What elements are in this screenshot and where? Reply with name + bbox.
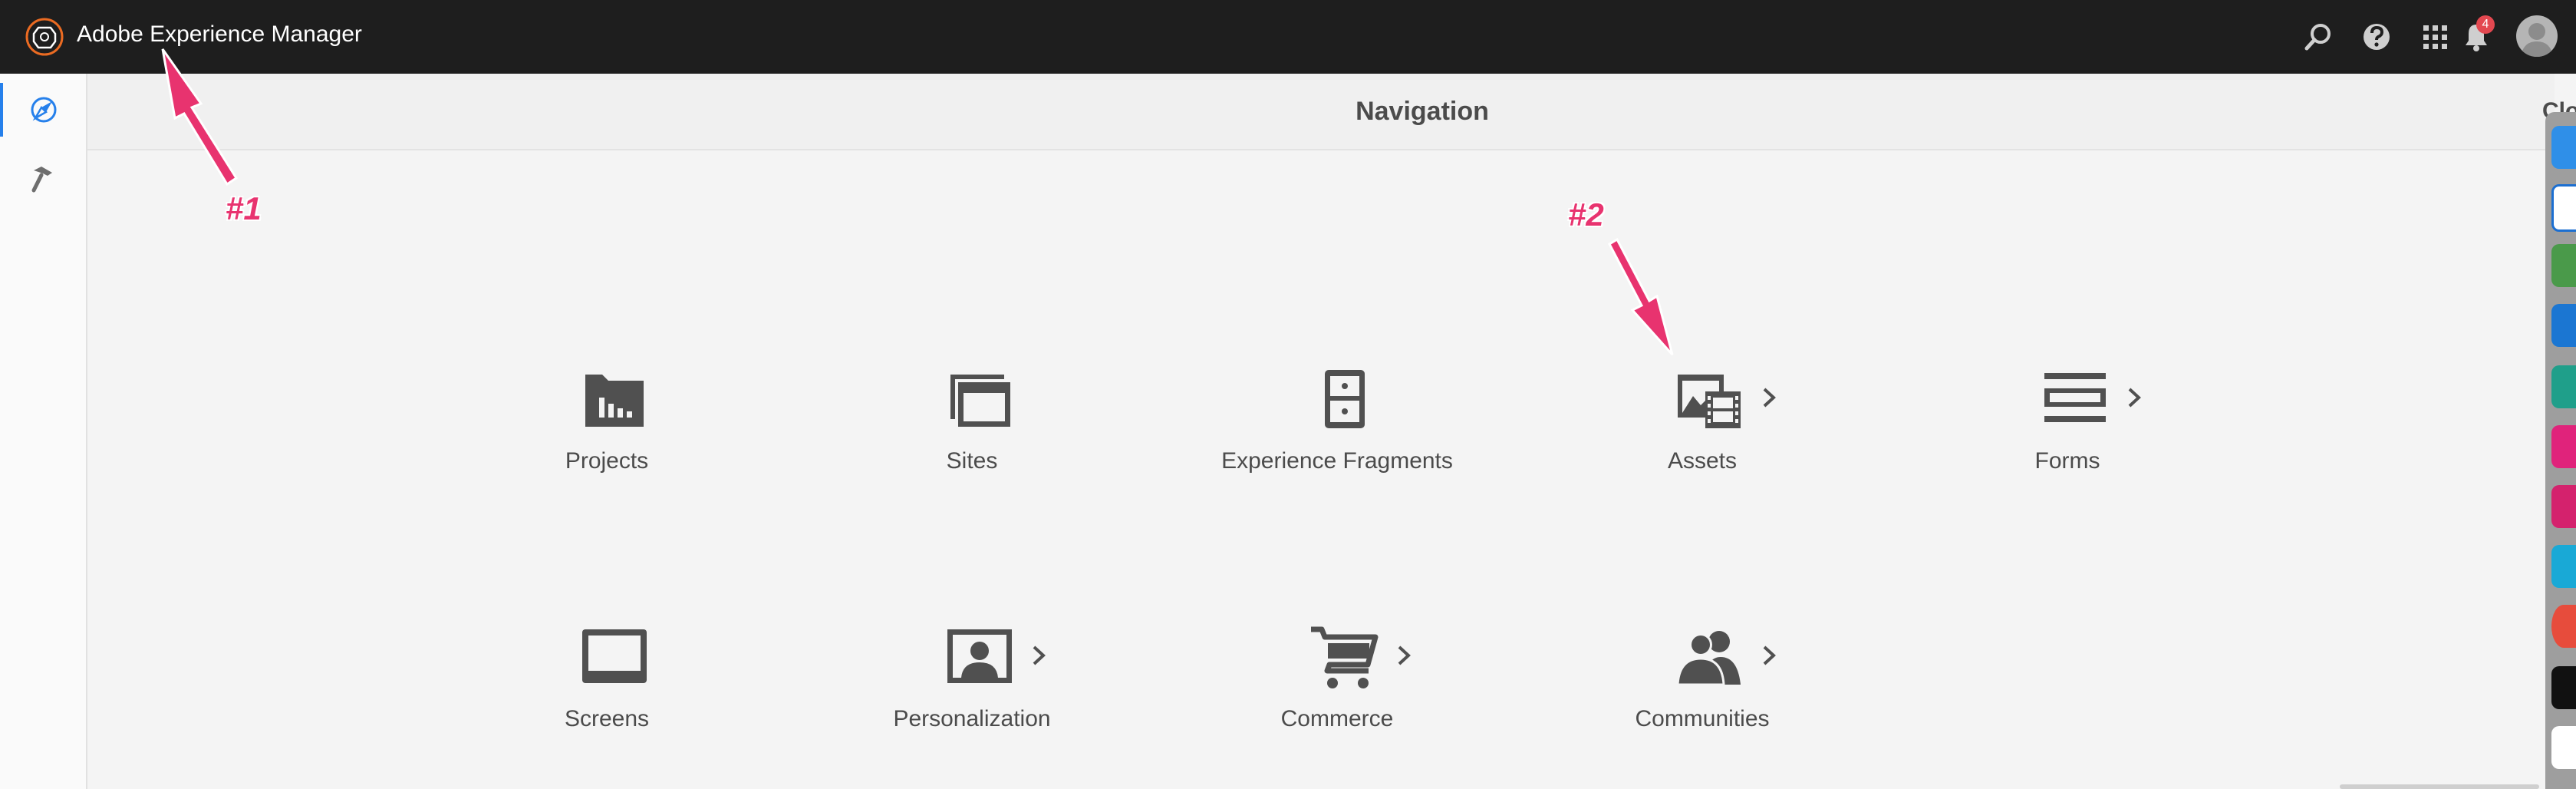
navigation-header: Navigation Close (87, 74, 2576, 150)
evernote-dock-icon[interactable] (2551, 726, 2576, 769)
nav-tile-label: Forms (2034, 448, 2100, 474)
nav-tile-experience-fragments[interactable]: Experience Fragments (1184, 361, 1491, 514)
chevron-right-icon (2128, 388, 2141, 408)
top-bar: Adobe Experience Manager 4 (0, 0, 2576, 74)
app-dock-icon[interactable] (2551, 365, 2576, 408)
experience-fragments-icon (1325, 370, 1365, 428)
side-rail (0, 74, 87, 789)
webstorm-dock-icon[interactable] (2551, 545, 2576, 588)
nav-tile-label: Sites (946, 448, 998, 474)
nav-tile-communities[interactable]: Communities (1549, 619, 1856, 772)
chevron-right-icon (1763, 645, 1776, 665)
annotation-arrow-2 (1608, 237, 1674, 356)
nav-tile-projects[interactable]: Projects (453, 361, 760, 514)
rail-active-indicator (0, 83, 3, 137)
nav-tile-forms[interactable]: Forms (1914, 361, 2221, 514)
nav-tile-commerce[interactable]: Commerce (1184, 619, 1491, 772)
notification-count-badge: 4 (2476, 15, 2495, 34)
chrome-dock-icon[interactable] (2551, 605, 2576, 648)
annotation-label-1: #1 (226, 190, 262, 226)
user-avatar-icon (2521, 23, 2553, 57)
personalization-icon (947, 629, 1012, 683)
forms-icon (2044, 373, 2106, 422)
screens-icon (582, 629, 647, 683)
nav-tile-label: Screens (564, 706, 650, 731)
communities-icon (1676, 631, 1741, 686)
nav-tile-label: Communities (1635, 706, 1770, 731)
hammer-icon (31, 167, 52, 193)
macos-dock (2545, 112, 2576, 789)
commerce-icon (1311, 626, 1379, 688)
chevron-right-icon (1398, 645, 1411, 665)
app-dock-icon[interactable] (2551, 184, 2576, 232)
finder-dock-icon[interactable] (2551, 126, 2576, 169)
terminal-dock-icon[interactable] (2551, 666, 2576, 709)
nav-tile-label: Assets (1667, 448, 1738, 474)
rider-dock-icon[interactable] (2551, 485, 2576, 528)
nav-tile-label: Experience Fragments (1221, 448, 1453, 474)
sites-icon (950, 375, 1010, 427)
chevron-right-icon (1033, 645, 1046, 665)
compass-icon (31, 97, 57, 123)
nav-tile-label: Personalization (893, 706, 1051, 731)
app-dock-icon[interactable] (2551, 244, 2576, 287)
nav-tile-personalization[interactable]: Personalization (819, 619, 1125, 772)
nav-tile-assets[interactable]: Assets (1549, 361, 1856, 514)
horizontal-scrollbar[interactable] (2340, 784, 2539, 789)
search-icon[interactable] (2300, 18, 2337, 55)
intellij-dock-icon[interactable] (2551, 425, 2576, 468)
aem-logo-icon[interactable] (25, 17, 64, 57)
navigation-title: Navigation (1356, 97, 1489, 126)
rail-tools-button[interactable] (0, 146, 86, 218)
user-avatar[interactable] (2516, 15, 2558, 57)
app-title[interactable]: Adobe Experience Manager (77, 21, 362, 48)
projects-icon (585, 375, 644, 427)
assets-icon (1678, 375, 1741, 428)
nav-tile-sites[interactable]: Sites (819, 361, 1125, 514)
nav-tile-label: Projects (565, 448, 649, 474)
nav-tile-label: Commerce (1280, 706, 1394, 731)
annotation-label-2: #2 (1568, 196, 1604, 233)
help-icon[interactable] (2358, 18, 2395, 55)
rail-navigation-button[interactable] (0, 74, 86, 146)
chevron-right-icon (1763, 388, 1776, 408)
outlook-dock-icon[interactable] (2551, 304, 2576, 347)
apps-grid-icon[interactable] (2416, 18, 2453, 55)
nav-tile-screens[interactable]: Screens (453, 619, 760, 772)
